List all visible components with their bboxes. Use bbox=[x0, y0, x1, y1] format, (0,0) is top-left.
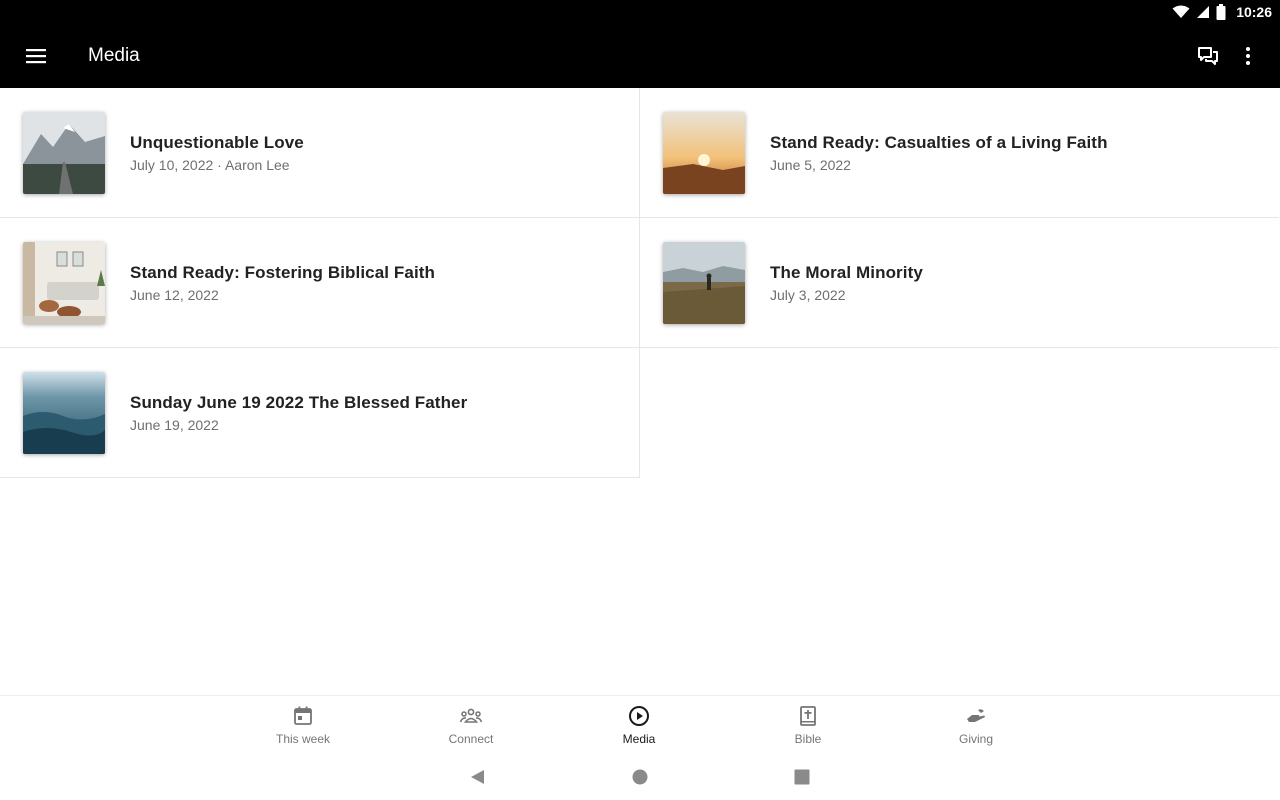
signal-icon bbox=[1197, 6, 1210, 18]
nav-this-week[interactable]: This week bbox=[243, 704, 363, 746]
home-circle-icon bbox=[632, 769, 648, 785]
page-title: Media bbox=[88, 45, 140, 66]
status-icons: 10:26 bbox=[1172, 0, 1272, 24]
media-subtitle: June 19, 2022 bbox=[130, 416, 219, 433]
media-thumbnail bbox=[663, 241, 745, 324]
recents-square-icon bbox=[794, 769, 810, 785]
nav-label: Media bbox=[622, 732, 656, 746]
nav-label: Connect bbox=[448, 732, 494, 746]
group-icon bbox=[459, 708, 483, 723]
nav-connect[interactable]: Connect bbox=[411, 704, 531, 746]
nav-media[interactable]: Media bbox=[579, 704, 699, 746]
home-button[interactable] bbox=[630, 767, 650, 787]
media-thumbnail bbox=[663, 111, 745, 194]
media-subtitle: June 12, 2022 bbox=[130, 286, 219, 303]
menu-button[interactable] bbox=[24, 44, 48, 68]
media-title: Unquestionable Love bbox=[130, 132, 304, 152]
system-navigation-bar bbox=[0, 753, 1280, 800]
app-bar: Media bbox=[0, 24, 1280, 88]
nav-label: Giving bbox=[958, 732, 993, 746]
chat-button[interactable] bbox=[1196, 44, 1220, 68]
media-title: Stand Ready: Fostering Biblical Faith bbox=[130, 262, 436, 282]
media-item[interactable]: Stand Ready: Fostering Biblical Faith Ju… bbox=[0, 218, 640, 348]
media-title: Sunday June 19 2022 The Blessed Father bbox=[130, 392, 468, 412]
nav-giving[interactable]: Giving bbox=[916, 704, 1036, 746]
bible-icon bbox=[800, 706, 816, 726]
media-thumbnail bbox=[23, 241, 105, 324]
battery-icon bbox=[1216, 4, 1226, 20]
nav-label: This week bbox=[275, 732, 331, 746]
media-thumbnail bbox=[23, 371, 105, 454]
hamburger-menu-icon bbox=[26, 49, 46, 64]
chat-bubbles-icon bbox=[1198, 47, 1218, 65]
status-bar: 10:26 bbox=[0, 0, 1280, 24]
wifi-icon bbox=[1172, 5, 1190, 18]
bottom-navigation: This week Connect Media Bible Giving bbox=[0, 695, 1280, 754]
media-subtitle: June 5, 2022 bbox=[770, 156, 851, 173]
recents-button[interactable] bbox=[792, 767, 812, 787]
media-item[interactable]: Unquestionable Love July 10, 2022 · Aaro… bbox=[0, 88, 640, 218]
more-options-button[interactable] bbox=[1236, 44, 1260, 68]
media-item[interactable]: Stand Ready: Casualties of a Living Fait… bbox=[640, 88, 1279, 218]
media-subtitle: July 3, 2022 bbox=[770, 286, 846, 303]
back-button[interactable] bbox=[468, 767, 488, 787]
media-item[interactable]: Sunday June 19 2022 The Blessed Father J… bbox=[0, 348, 640, 478]
nav-bible[interactable]: Bible bbox=[748, 704, 868, 746]
play-circle-icon bbox=[629, 706, 649, 726]
calendar-icon bbox=[294, 706, 312, 725]
media-thumbnail bbox=[23, 111, 105, 194]
status-time: 10:26 bbox=[1236, 4, 1272, 20]
media-title: The Moral Minority bbox=[770, 262, 923, 282]
media-list: Unquestionable Love July 10, 2022 · Aaro… bbox=[0, 88, 1280, 478]
media-item[interactable]: The Moral Minority July 3, 2022 bbox=[640, 218, 1279, 348]
more-vert-icon bbox=[1246, 47, 1250, 65]
back-triangle-icon bbox=[471, 770, 484, 784]
media-subtitle: July 10, 2022 · Aaron Lee bbox=[130, 156, 290, 173]
nav-label: Bible bbox=[794, 732, 822, 746]
media-title: Stand Ready: Casualties of a Living Fait… bbox=[770, 132, 1108, 152]
giving-hand-icon bbox=[967, 709, 985, 722]
